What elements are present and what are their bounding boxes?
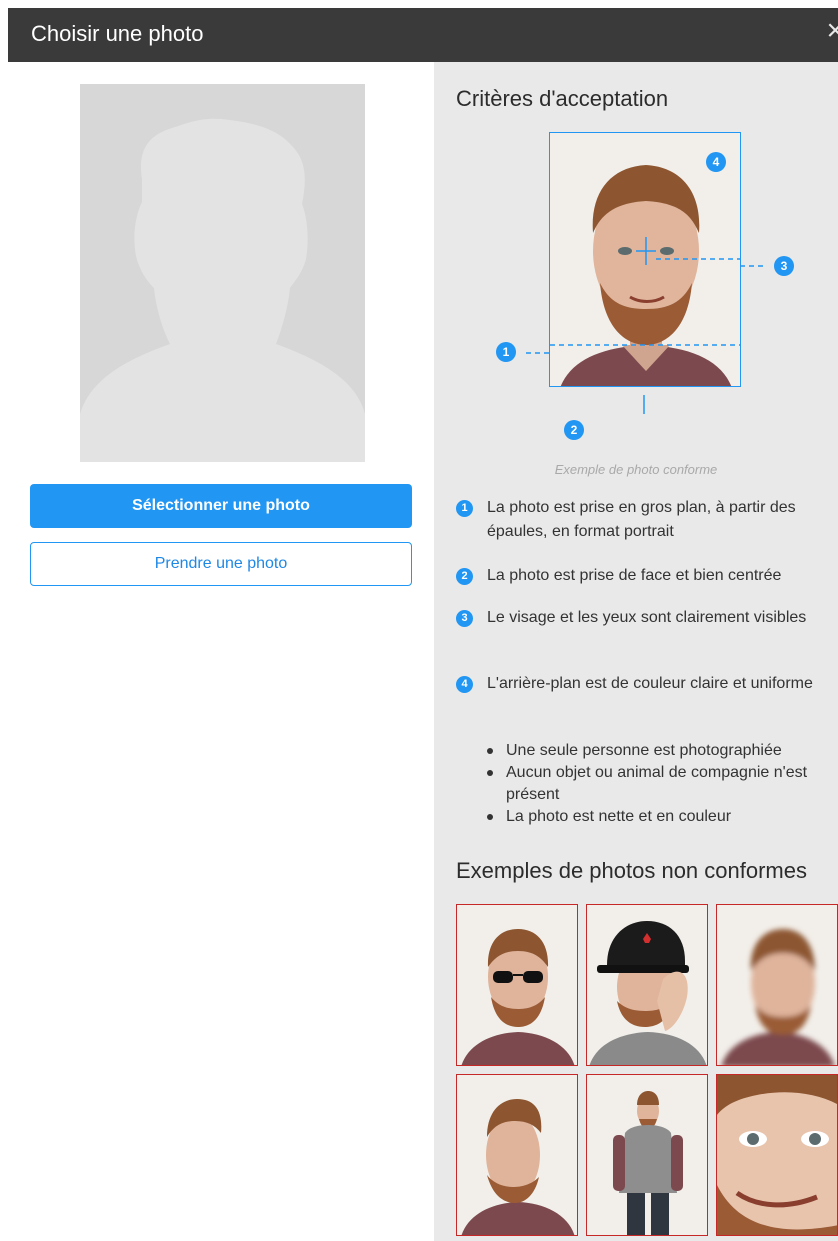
- marker-2-icon: 2: [564, 420, 584, 440]
- criterion-text: L'arrière-plan est de couleur claire et …: [487, 675, 813, 692]
- dialog-title: Choisir une photo: [31, 21, 204, 46]
- photo-placeholder: [80, 84, 365, 462]
- select-photo-button[interactable]: Sélectionner une photo: [30, 484, 412, 528]
- criterion-number-icon: 2: [456, 568, 473, 585]
- nonconform-too-close-image: [716, 1074, 838, 1236]
- close-icon[interactable]: ×: [826, 16, 838, 46]
- criterion-number-icon: 3: [456, 610, 473, 627]
- criterion-item: 2 La photo est prise de face et bien cen…: [456, 564, 838, 588]
- marker-1-icon: 1: [496, 342, 516, 362]
- criterion-text: La photo est prise de face et bien centr…: [487, 567, 782, 584]
- dialog-titlebar: Choisir une photo ×: [8, 8, 838, 62]
- criteria-heading: Critères d'acceptation: [456, 86, 669, 111]
- additional-criteria-list: Une seule personne est photographiée Auc…: [456, 740, 838, 828]
- nonconform-side-view-image: [456, 1074, 578, 1236]
- nonconform-cap-image: [586, 904, 708, 1066]
- marker-4-icon: 4: [706, 152, 726, 172]
- nonconform-blurry-image: [716, 904, 838, 1066]
- marker-3-icon: 3: [774, 256, 794, 276]
- nonconform-heading: Exemples de photos non conformes: [456, 858, 807, 883]
- criterion-text: La photo est prise en gros plan, à parti…: [487, 499, 796, 540]
- person-silhouette-icon: [80, 118, 365, 462]
- criterion-number-icon: 4: [456, 676, 473, 693]
- criterion-text: Le visage et les yeux sont clairement vi…: [487, 609, 807, 626]
- criterion-item: 1 La photo est prise en gros plan, à par…: [456, 496, 838, 544]
- nonconform-full-body-image: [586, 1074, 708, 1236]
- list-item: Une seule personne est photographiée: [487, 740, 838, 762]
- example-caption: Exemple de photo conforme: [554, 462, 718, 477]
- choose-photo-dialog: Choisir une photo × Sélectionner une pho…: [8, 8, 838, 1241]
- criterion-item: 4 L'arrière-plan est de couleur claire e…: [456, 672, 838, 696]
- list-item: Aucun objet ou animal de compagnie n'est…: [487, 762, 838, 806]
- criterion-number-icon: 1: [456, 500, 473, 517]
- acceptance-criteria-panel: Critères d'acceptation 1 2 3 4 Exemple d…: [434, 62, 838, 1241]
- take-photo-button[interactable]: Prendre une photo: [30, 542, 412, 586]
- background-edge: [0, 0, 8, 1241]
- photo-guide-lines: [526, 265, 766, 414]
- criterion-item: 3 Le visage et les yeux sont clairement …: [456, 606, 838, 630]
- nonconform-sunglasses-image: [456, 904, 578, 1066]
- list-item: La photo est nette et en couleur: [487, 806, 838, 828]
